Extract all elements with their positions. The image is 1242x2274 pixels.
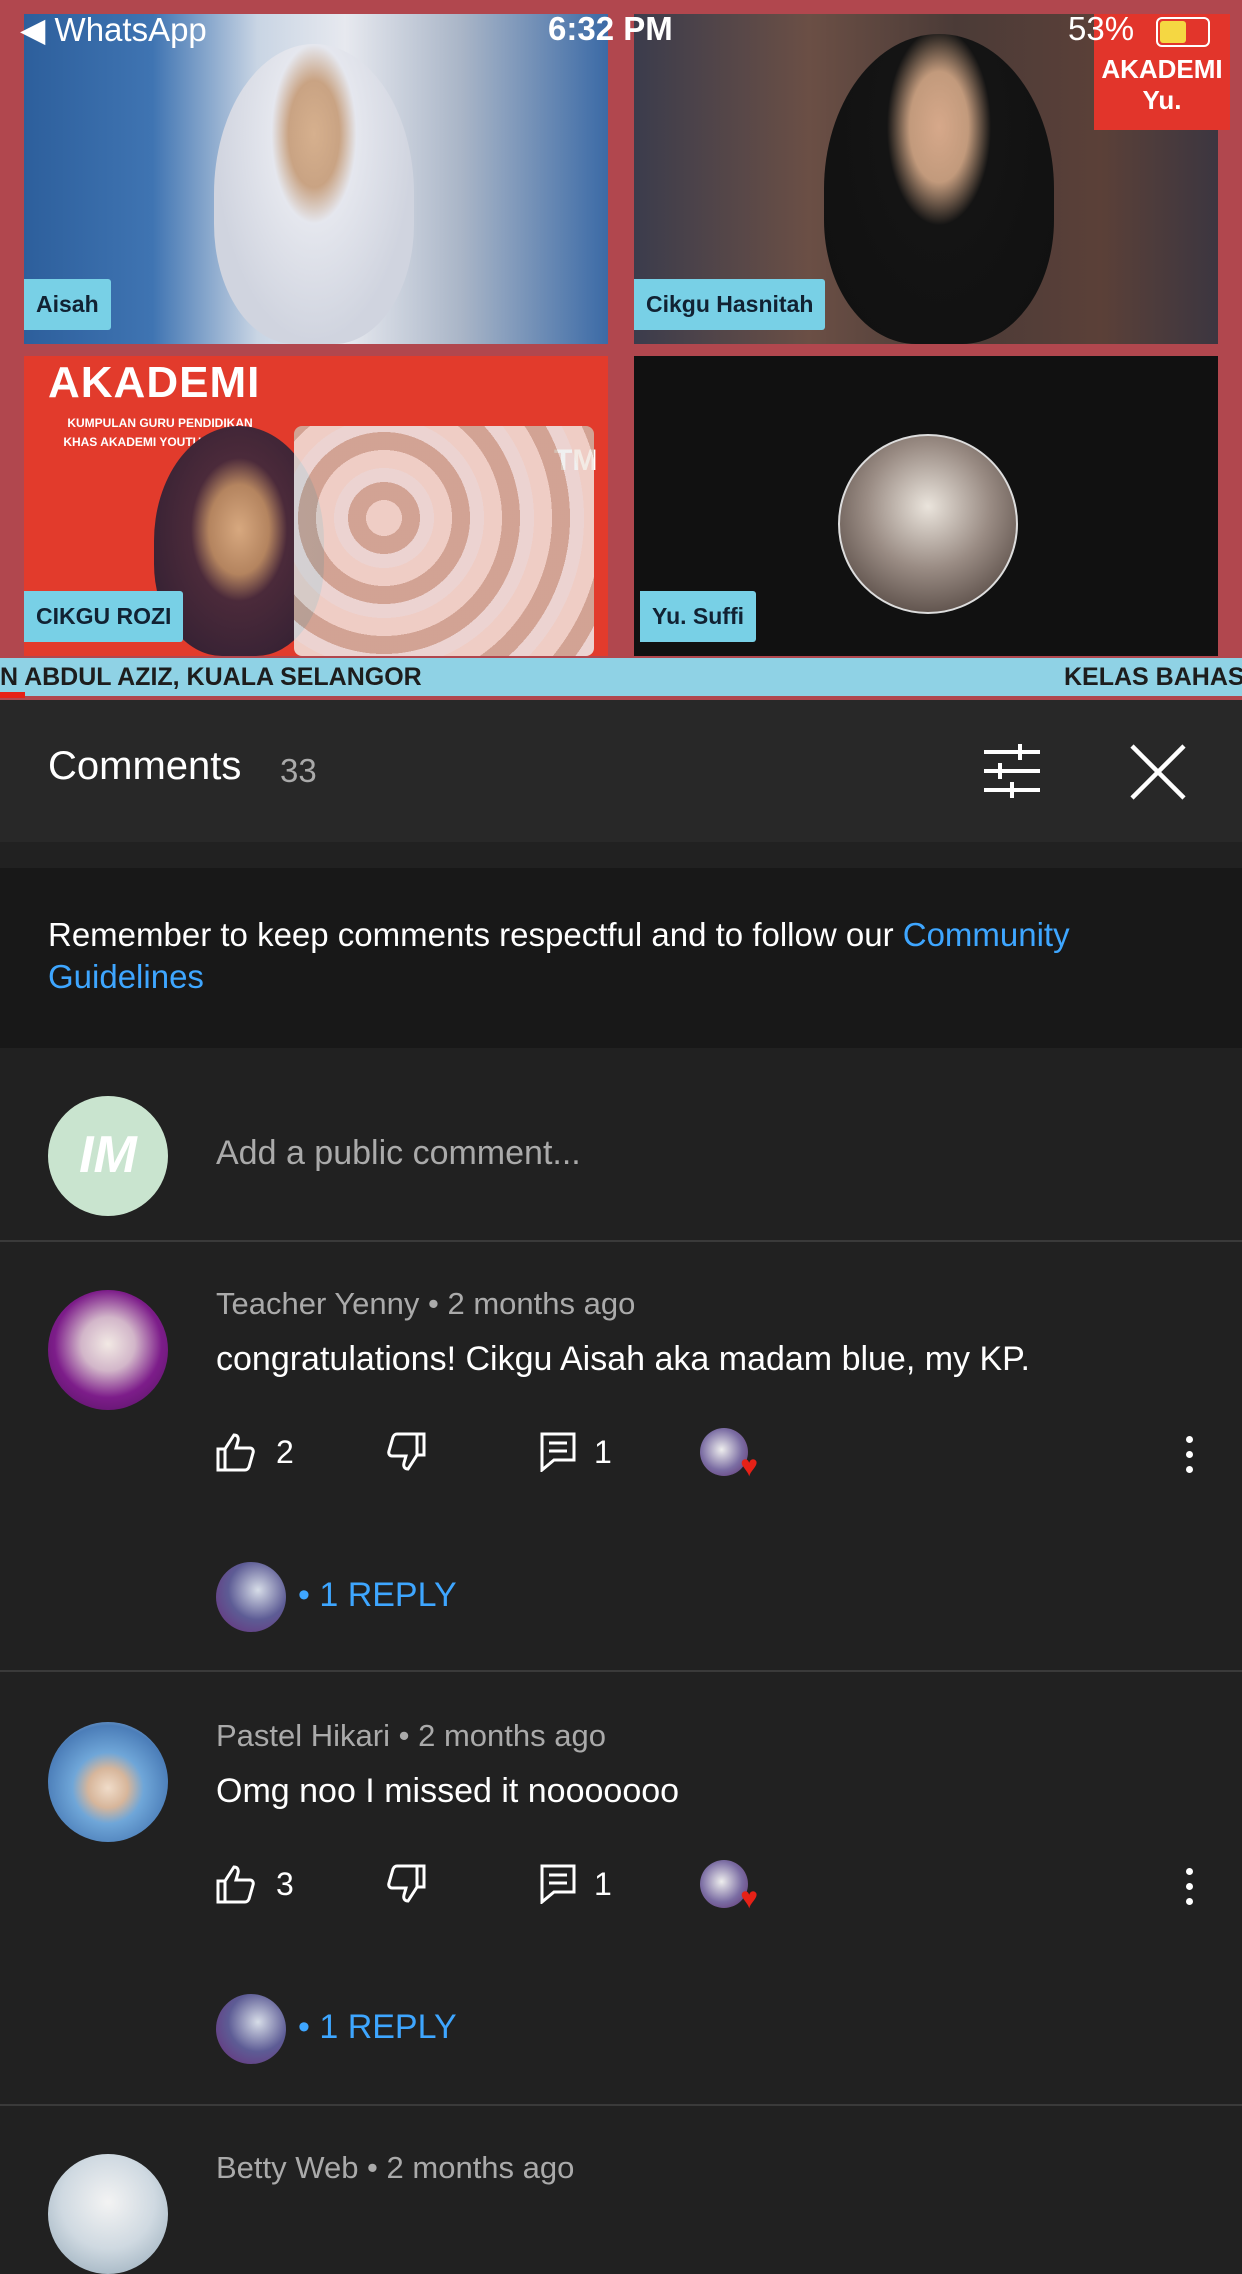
community-notice: Remember to keep comments respectful and… [0,868,1242,1048]
creator-heart: ♥ [700,1428,758,1483]
reply-icon[interactable] [540,1432,576,1480]
more-vert-icon[interactable] [1186,1868,1194,1913]
comment-actions: 3 1 ♥ [216,1860,1216,1924]
close-icon[interactable] [1130,744,1186,805]
heart-icon: ♥ [740,1450,758,1483]
participant-name: CIKGU ROZI [24,591,184,642]
comments-title: Comments [48,744,242,788]
reply-avatar [216,1994,286,2064]
video-player[interactable]: Aisah Cikgu Hasnitah AKADEMI KUMPULAN GU… [0,0,1242,700]
user-avatar: IM [48,1096,168,1216]
ticker-text-right: KELAS BAHAS [1064,663,1242,691]
comment-author[interactable]: Betty Web [216,2150,358,2185]
video-tile-3: AKADEMI KUMPULAN GURU PENDIDIKAN KHAS AK… [24,356,608,656]
like-icon[interactable] [216,1432,256,1480]
filter-icon[interactable] [982,744,1042,803]
comment-item: Teacher Yenny • 2 months ago congratulat… [0,1242,1242,1672]
dislike-icon[interactable] [386,1432,426,1480]
participant-avatar [838,434,1018,614]
reply-avatar [216,1562,286,1632]
comment-time: 2 months ago [386,2150,575,2185]
dislike-icon[interactable] [386,1864,426,1912]
ticker-text-left: N ABDUL AZIZ, KUALA SELANGOR [0,663,422,691]
reply-count: 1 [594,1434,612,1470]
add-comment-row[interactable]: IM Add a public comment... [0,1048,1242,1242]
battery-icon [1156,17,1210,47]
creator-heart: ♥ [700,1860,758,1915]
back-to-app-link[interactable]: ◀ WhatsApp [20,10,207,49]
participant-name: Cikgu Hasnitah [634,279,826,330]
comment-meta: Betty Web • 2 months ago [216,2150,575,2185]
status-time: 6:32 PM [548,10,673,47]
comment-text: Omg noo I missed it nooooooo [216,1772,680,1810]
comment-actions: 2 1 ♥ [216,1428,1216,1492]
commenter-avatar[interactable] [48,1290,168,1410]
participant-name: Yu. Suffi [640,591,756,642]
notice-text: Remember to keep comments respectful and… [48,916,903,953]
reply-icon[interactable] [540,1864,576,1912]
comments-count: 33 [280,752,317,789]
comment-item: Pastel Hikari • 2 months ago Omg noo I m… [0,1674,1242,2106]
comment-meta: Teacher Yenny • 2 months ago [216,1286,636,1321]
commenter-avatar[interactable] [48,1722,168,1842]
comment-time: 2 months ago [447,1286,636,1321]
comments-header: Comments 33 [0,700,1242,842]
video-progress-bar[interactable] [0,692,25,698]
like-icon[interactable] [216,1864,256,1912]
like-count: 3 [276,1866,294,1902]
comment-text: congratulations! Cikgu Aisah aka madam b… [216,1340,1030,1378]
add-comment-input[interactable]: Add a public comment... [216,1134,581,1173]
comment-time: 2 months ago [418,1718,606,1753]
participant-name: Aisah [24,279,111,330]
status-bar: ◀ WhatsApp 6:32 PM 53% [0,0,1242,62]
heart-icon: ♥ [740,1882,758,1915]
replies-label[interactable]: • 1 REPLY [298,2008,457,2047]
more-vert-icon[interactable] [1186,1436,1194,1481]
replies-label[interactable]: • 1 REPLY [298,1576,457,1615]
like-count: 2 [276,1434,294,1470]
comment-author[interactable]: Pastel Hikari [216,1718,390,1753]
news-ticker: N ABDUL AZIZ, KUALA SELANGOR KELAS BAHAS [0,658,1242,696]
comment-author[interactable]: Teacher Yenny [216,1286,419,1321]
video-tile-4: Yu. Suffi [634,356,1218,656]
comment-meta: Pastel Hikari • 2 months ago [216,1718,606,1753]
battery-percent: 53% [1068,10,1135,47]
akademi-banner-title: AKADEMI [48,358,261,407]
video-tile-1: Aisah [24,14,608,344]
reply-count: 1 [594,1866,612,1902]
comment-item: Betty Web • 2 months ago [0,2106,1242,2274]
commenter-avatar[interactable] [48,2154,168,2274]
